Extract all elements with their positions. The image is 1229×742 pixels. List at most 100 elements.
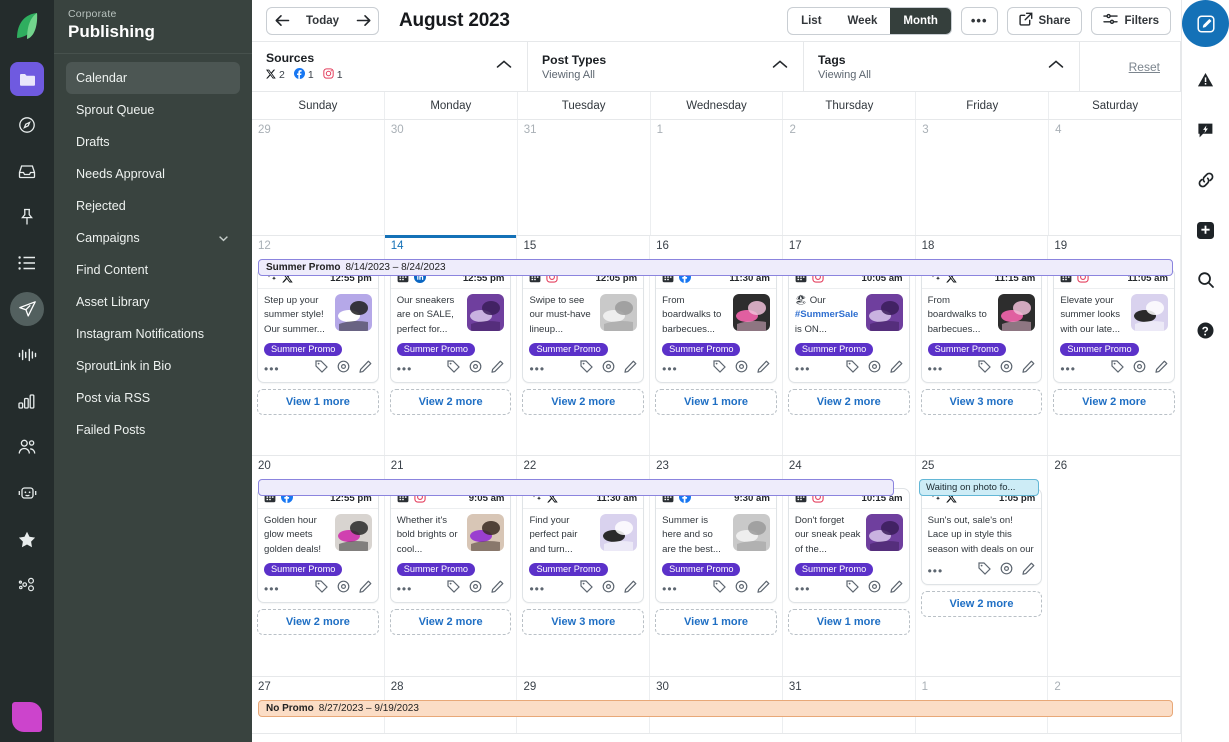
preview-eye-icon[interactable]: [868, 580, 881, 598]
campaign-bar-no-promo[interactable]: No Promo 8/27/2023 – 9/19/2023: [258, 700, 1173, 717]
preview-eye-icon[interactable]: [1000, 360, 1013, 378]
post-card[interactable]: 1:05 pm Sun's out, sale's on! Lace up in …: [920, 488, 1043, 585]
post-tag-chip[interactable]: Summer Promo: [396, 343, 476, 357]
view-more-button[interactable]: View 2 more: [787, 389, 910, 416]
chevron-up-icon[interactable]: [495, 58, 513, 76]
edit-pencil-icon[interactable]: [359, 360, 372, 378]
tag-icon[interactable]: [845, 360, 859, 378]
edit-pencil-icon[interactable]: [359, 580, 372, 598]
edit-pencil-icon[interactable]: [757, 360, 770, 378]
tag-icon[interactable]: [713, 360, 726, 378]
post-card[interactable]: 9:05 am Whether it's bold brights or cool…: [389, 488, 512, 604]
preview-eye-icon[interactable]: [602, 580, 615, 598]
post-overflow-menu-icon[interactable]: •••: [795, 363, 811, 375]
post-overflow-menu-icon[interactable]: •••: [662, 583, 678, 595]
sidebar-item-asset-library[interactable]: Asset Library: [66, 286, 240, 318]
post-tag-chip[interactable]: Summer Promo: [529, 563, 608, 577]
view-more-button[interactable]: View 2 more: [920, 591, 1043, 617]
edit-pencil-icon[interactable]: [624, 580, 637, 598]
view-list-button[interactable]: List: [788, 8, 834, 34]
next-period-button[interactable]: [348, 8, 378, 34]
edit-pencil-icon[interactable]: [757, 580, 770, 598]
sidebar-item-failed-posts[interactable]: Failed Posts: [66, 414, 240, 446]
view-more-button[interactable]: View 1 more: [655, 609, 777, 636]
preview-eye-icon[interactable]: [868, 360, 881, 378]
day-cell[interactable]: 26: [1048, 456, 1181, 676]
post-overflow-menu-icon[interactable]: •••: [928, 363, 944, 375]
edit-pencil-icon[interactable]: [491, 360, 504, 378]
post-tag-chip[interactable]: Summer Promo: [794, 563, 874, 577]
day-cell[interactable]: 4: [1049, 120, 1181, 235]
preview-eye-icon[interactable]: [469, 360, 482, 378]
view-month-button[interactable]: Month: [890, 7, 951, 34]
tag-icon[interactable]: [713, 580, 726, 598]
campaign-bar-summer-promo-cont[interactable]: [258, 479, 894, 496]
post-tag-chip[interactable]: Summer Promo: [264, 343, 343, 357]
rail-icon-listening[interactable]: [10, 338, 44, 372]
post-card[interactable]: 11:05 am Elevate your summer looks with o…: [1053, 268, 1176, 384]
day-cell[interactable]: 3: [916, 120, 1050, 235]
tag-icon[interactable]: [978, 562, 992, 580]
rail-icon-publishing[interactable]: [10, 292, 44, 326]
sidebar-item-sproutlink-in-bio[interactable]: SproutLink in Bio: [66, 350, 240, 382]
preview-eye-icon[interactable]: [1133, 360, 1146, 378]
preview-eye-icon[interactable]: [469, 580, 482, 598]
view-more-button[interactable]: View 3 more: [920, 389, 1043, 416]
post-card[interactable]: 9:30 am Summer is here and so are the bes…: [655, 488, 777, 604]
filters-button[interactable]: Filters: [1091, 6, 1171, 35]
post-overflow-menu-icon[interactable]: •••: [264, 583, 280, 595]
post-card[interactable]: 11:30 am From boardwalks to barbecues... S…: [655, 268, 777, 384]
sidebar-item-calendar[interactable]: Calendar: [66, 62, 240, 94]
rail-icon-analytics[interactable]: [10, 384, 44, 418]
post-card[interactable]: 12:05 pm Swipe to see our must-have lineu…: [522, 268, 645, 384]
preview-eye-icon[interactable]: [337, 360, 350, 378]
chevron-up-icon[interactable]: [771, 58, 789, 76]
post-card[interactable]: 10:05 am 🏖 Our #SummerSale is ON... Summer…: [787, 268, 910, 384]
preview-eye-icon[interactable]: [337, 580, 350, 598]
rail-icon-inbox[interactable]: [10, 154, 44, 188]
view-week-button[interactable]: Week: [835, 8, 891, 34]
tag-icon[interactable]: [580, 360, 594, 378]
sidebar-item-instagram-notifications[interactable]: Instagram Notifications: [66, 318, 240, 350]
post-tag-chip[interactable]: Summer Promo: [396, 563, 476, 577]
day-cell[interactable]: 1: [651, 120, 784, 235]
tag-icon[interactable]: [580, 580, 594, 598]
tag-icon[interactable]: [315, 580, 328, 598]
waiting-note-pill[interactable]: Waiting on photo fo...: [919, 479, 1039, 496]
feedback-bubble-icon[interactable]: [1189, 113, 1223, 147]
reset-filters-link[interactable]: Reset: [1129, 60, 1160, 74]
post-overflow-menu-icon[interactable]: •••: [928, 565, 944, 577]
post-tag-chip[interactable]: Summer Promo: [1060, 343, 1139, 357]
post-card[interactable]: 12:55 pm Golden hour glow meets golden de…: [257, 488, 379, 604]
share-button[interactable]: Share: [1006, 6, 1083, 35]
sidebar-item-rejected[interactable]: Rejected: [66, 190, 240, 222]
filter-sources[interactable]: Sources 2 1 1: [252, 42, 528, 91]
filter-tags[interactable]: Tags Viewing All: [804, 42, 1080, 91]
campaign-bar-summer-promo[interactable]: Summer Promo 8/14/2023 – 8/24/2023: [258, 259, 1173, 276]
view-more-button[interactable]: View 2 more: [522, 389, 645, 416]
post-card[interactable]: 10:15 am Don't forget our sneak peak of t…: [787, 488, 910, 604]
edit-pencil-icon[interactable]: [1022, 360, 1035, 378]
tag-icon[interactable]: [845, 580, 859, 598]
day-cell[interactable]: 29: [252, 120, 385, 235]
view-more-button[interactable]: View 2 more: [257, 609, 379, 636]
sidebar-item-post-via-rss[interactable]: Post via RSS: [66, 382, 240, 414]
preview-eye-icon[interactable]: [735, 580, 748, 598]
edit-pencil-icon[interactable]: [1155, 360, 1168, 378]
post-tag-chip[interactable]: Summer Promo: [264, 563, 343, 577]
tag-icon[interactable]: [1111, 360, 1124, 378]
edit-pencil-icon[interactable]: [1022, 562, 1035, 580]
post-overflow-menu-icon[interactable]: •••: [397, 363, 413, 375]
more-options-button[interactable]: •••: [960, 6, 998, 35]
edit-pencil-icon[interactable]: [624, 360, 637, 378]
post-card[interactable]: 11:30 am Find your perfect pair and turn.…: [522, 488, 645, 604]
tag-icon[interactable]: [315, 360, 328, 378]
post-tag-chip[interactable]: Summer Promo: [794, 343, 874, 357]
edit-pencil-icon[interactable]: [889, 580, 903, 598]
search-icon[interactable]: [1189, 263, 1223, 297]
post-overflow-menu-icon[interactable]: •••: [1060, 363, 1076, 375]
rail-icon-list[interactable]: [10, 246, 44, 280]
rail-icon-bubbles[interactable]: [10, 568, 44, 602]
post-tag-chip[interactable]: Summer Promo: [662, 343, 741, 357]
post-overflow-menu-icon[interactable]: •••: [662, 363, 678, 375]
